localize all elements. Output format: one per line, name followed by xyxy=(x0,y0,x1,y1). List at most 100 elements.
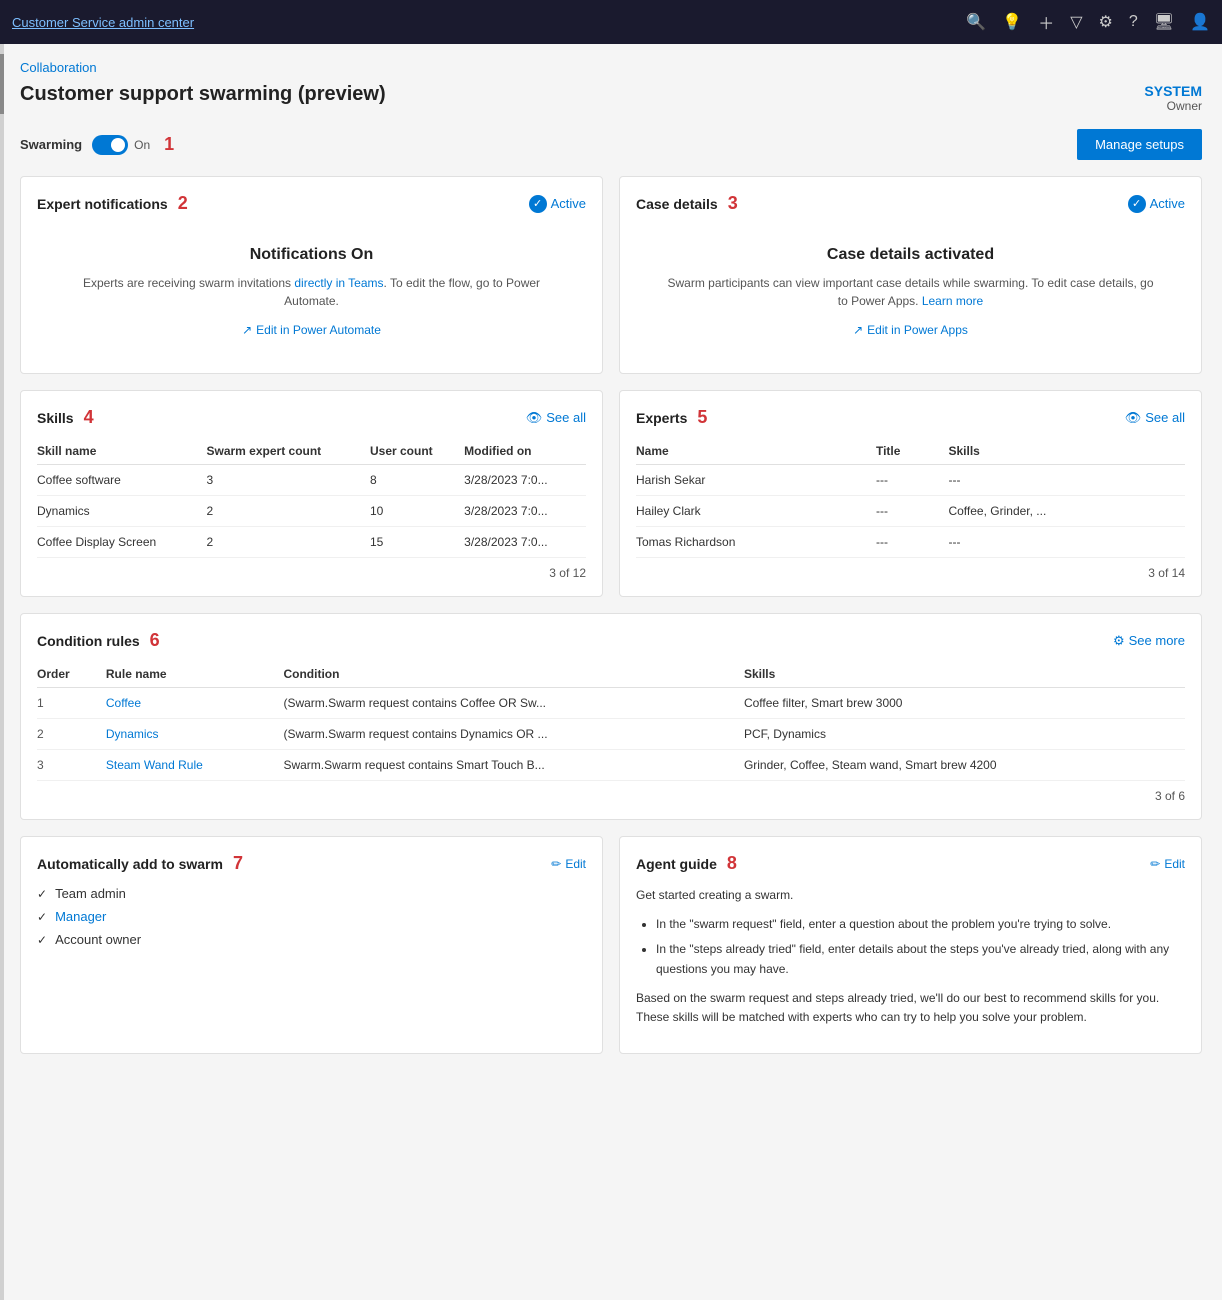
table-row: 3 Steam Wand Rule Swarm.Swarm request co… xyxy=(37,750,1185,781)
case-active-check-icon: ✓ xyxy=(1128,195,1146,213)
system-name: SYSTEM xyxy=(1144,83,1202,99)
cond-condition: (Swarm.Swarm request contains Coffee OR … xyxy=(283,688,743,719)
skill-name: Coffee Display Screen xyxy=(37,527,206,558)
skill-modified: 3/28/2023 7:0... xyxy=(464,527,586,558)
table-row: Dynamics 2 10 3/28/2023 7:0... xyxy=(37,496,586,527)
agent-guide-card: Agent guide 8 ✏ Edit Get started creatin… xyxy=(619,836,1202,1054)
auto-add-title: Automatically add to swarm xyxy=(37,856,223,872)
toggle-text: On xyxy=(134,138,150,152)
active-check-icon: ✓ xyxy=(529,195,547,213)
manage-setups-button[interactable]: Manage setups xyxy=(1077,129,1202,160)
case-details-step: 3 xyxy=(728,193,738,214)
skill-user-count: 10 xyxy=(370,496,464,527)
expert-skills: Coffee, Grinder, ... xyxy=(948,496,1185,527)
expert-name: Hailey Clark xyxy=(636,496,876,527)
auto-add-edit-link[interactable]: ✏ Edit xyxy=(551,857,586,871)
list-item: ✓ Manager xyxy=(37,909,586,924)
condition-rules-card: Condition rules 6 ⚙ See more Order Rule … xyxy=(20,613,1202,820)
condition-rules-footer: 3 of 6 xyxy=(37,789,1185,803)
skill-name: Dynamics xyxy=(37,496,206,527)
edit-icon: ↗ xyxy=(242,323,252,337)
breadcrumb[interactable]: Collaboration xyxy=(20,60,1202,75)
swarming-toggle[interactable] xyxy=(92,135,128,155)
skills-col-modified: Modified on xyxy=(464,438,586,465)
cond-rule-name[interactable]: Dynamics xyxy=(106,719,284,750)
cond-rule-name[interactable]: Coffee xyxy=(106,688,284,719)
skills-step: 4 xyxy=(84,407,94,428)
top-navigation: Customer Service admin center 🔍 💡 ＋ ▽ ⚙ … xyxy=(0,0,1222,44)
agent-guide-edit-link[interactable]: ✏ Edit xyxy=(1150,857,1185,871)
auto-add-edit-icon: ✏ xyxy=(551,857,561,871)
swarming-step-num: 1 xyxy=(164,134,174,155)
main-container: Collaboration Customer support swarming … xyxy=(0,44,1222,1300)
toggle-container: On xyxy=(92,135,150,155)
monitor-icon[interactable]: 🖥 xyxy=(1154,12,1174,32)
cond-skills: Coffee filter, Smart brew 3000 xyxy=(744,688,1185,719)
list-item: ✓ Team admin xyxy=(37,886,586,901)
learn-more-link[interactable]: Learn more xyxy=(922,294,983,308)
experts-col-title: Title xyxy=(876,438,949,465)
skill-modified: 3/28/2023 7:0... xyxy=(464,496,586,527)
skills-footer: 3 of 12 xyxy=(37,566,586,580)
search-icon[interactable]: 🔍 xyxy=(966,12,986,32)
eye-icon: 👁 xyxy=(526,410,543,426)
experts-see-all-link[interactable]: 👁 See all xyxy=(1125,410,1185,426)
cond-condition: Swarm.Swarm request contains Smart Touch… xyxy=(283,750,743,781)
cond-skills: Grinder, Coffee, Steam wand, Smart brew … xyxy=(744,750,1185,781)
rule-link[interactable]: Steam Wand Rule xyxy=(106,758,203,772)
skills-card: Skills 4 👁 See all Skill name Swarm expe… xyxy=(20,390,603,597)
agent-guide-edit-icon: ✏ xyxy=(1150,857,1160,871)
page-title: Customer support swarming (preview) xyxy=(20,83,386,106)
lightbulb-icon[interactable]: 💡 xyxy=(1002,12,1022,32)
skills-see-all-link[interactable]: 👁 See all xyxy=(526,410,586,426)
experts-footer: 3 of 14 xyxy=(636,566,1185,580)
case-details-body: Case details activated Swarm participant… xyxy=(636,226,1185,357)
agent-guide-intro: Get started creating a swarm. xyxy=(636,886,1185,905)
experts-eye-icon: 👁 xyxy=(1125,410,1142,426)
bottom-row: Automatically add to swarm 7 ✏ Edit ✓ Te… xyxy=(20,836,1202,1054)
cond-rule-name[interactable]: Steam Wand Rule xyxy=(106,750,284,781)
owner-label: Owner xyxy=(1144,99,1202,113)
case-body-text: Swarm participants can view important ca… xyxy=(666,274,1155,310)
auto-add-header: Automatically add to swarm 7 ✏ Edit xyxy=(37,853,586,874)
edit-power-apps-icon: ↗ xyxy=(853,323,863,337)
question-icon[interactable]: ? xyxy=(1129,13,1138,31)
auto-add-item-2[interactable]: Manager xyxy=(55,909,106,924)
experts-table: Name Title Skills Harish Sekar --- --- H… xyxy=(636,438,1185,558)
cond-order: 1 xyxy=(37,688,106,719)
cond-col-rule-name: Rule name xyxy=(106,661,284,688)
rule-link[interactable]: Coffee xyxy=(106,696,141,710)
table-row: Coffee Display Screen 2 15 3/28/2023 7:0… xyxy=(37,527,586,558)
page-header: Customer support swarming (preview) SYST… xyxy=(20,83,1202,113)
user-icon[interactable]: 👤 xyxy=(1190,12,1210,32)
rule-link[interactable]: Dynamics xyxy=(106,727,159,741)
skills-title-row: Skills 4 xyxy=(37,407,94,428)
skill-name: Coffee software xyxy=(37,465,206,496)
swarming-left: Swarming On 1 xyxy=(20,134,174,155)
auto-add-step: 7 xyxy=(233,853,243,874)
app-title[interactable]: Customer Service admin center xyxy=(12,15,954,30)
edit-power-automate-link[interactable]: ↗ Edit in Power Automate xyxy=(242,323,381,337)
highlight-text: directly in Teams xyxy=(294,276,383,290)
expert-name: Harish Sekar xyxy=(636,465,876,496)
case-details-header: Case details 3 ✓ Active xyxy=(636,193,1185,214)
skills-table: Skill name Swarm expert count User count… xyxy=(37,438,586,558)
condition-gear-icon: ⚙ xyxy=(1113,633,1125,649)
skills-col-user-count: User count xyxy=(370,438,464,465)
cond-col-order: Order xyxy=(37,661,106,688)
plus-icon[interactable]: ＋ xyxy=(1038,10,1054,34)
table-row: Coffee software 3 8 3/28/2023 7:0... xyxy=(37,465,586,496)
case-details-active-label: Active xyxy=(1150,196,1185,211)
experts-card: Experts 5 👁 See all Name Title Skills xyxy=(619,390,1202,597)
skills-title: Skills xyxy=(37,410,74,426)
check-icon-1: ✓ xyxy=(37,887,47,901)
edit-power-apps-link[interactable]: ↗ Edit in Power Apps xyxy=(853,323,968,337)
experts-step: 5 xyxy=(697,407,707,428)
gear-icon[interactable]: ⚙ xyxy=(1099,12,1113,32)
filter-icon[interactable]: ▽ xyxy=(1070,12,1082,32)
skills-experts-row: Skills 4 👁 See all Skill name Swarm expe… xyxy=(20,390,1202,597)
notif-body-text: Experts are receiving swarm invitations … xyxy=(67,274,556,310)
condition-rules-see-more-link[interactable]: ⚙ See more xyxy=(1113,633,1185,649)
skills-header: Skills 4 👁 See all xyxy=(37,407,586,428)
agent-guide-step: 8 xyxy=(727,853,737,874)
